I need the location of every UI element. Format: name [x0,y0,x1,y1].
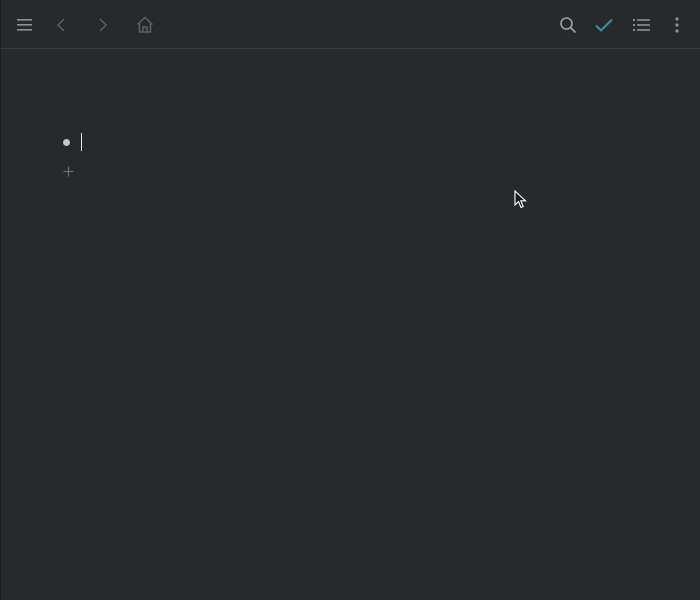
forward-button[interactable] [91,13,115,37]
plus-icon [63,162,74,181]
add-block-button[interactable] [61,164,75,178]
text-caret [81,133,82,151]
search-icon [559,16,577,34]
more-button[interactable] [665,13,689,37]
search-button[interactable] [556,13,580,37]
chevron-left-icon [56,17,66,33]
check-icon [594,17,614,33]
mouse-pointer-icon [514,189,527,214]
home-icon [136,16,154,34]
home-button[interactable] [133,13,157,37]
back-button[interactable] [49,13,73,37]
menu-icon [17,18,33,32]
chevron-right-icon [98,17,108,33]
toolbar [1,0,700,49]
block-bullet[interactable] [63,138,70,146]
menu-button[interactable] [13,13,37,37]
done-button[interactable] [592,13,616,37]
list-icon [633,18,651,32]
more-vertical-icon [675,17,679,33]
editor-area[interactable] [1,50,700,600]
app-window [0,0,700,600]
outline-block[interactable] [59,132,82,152]
outline-button[interactable] [630,13,654,37]
